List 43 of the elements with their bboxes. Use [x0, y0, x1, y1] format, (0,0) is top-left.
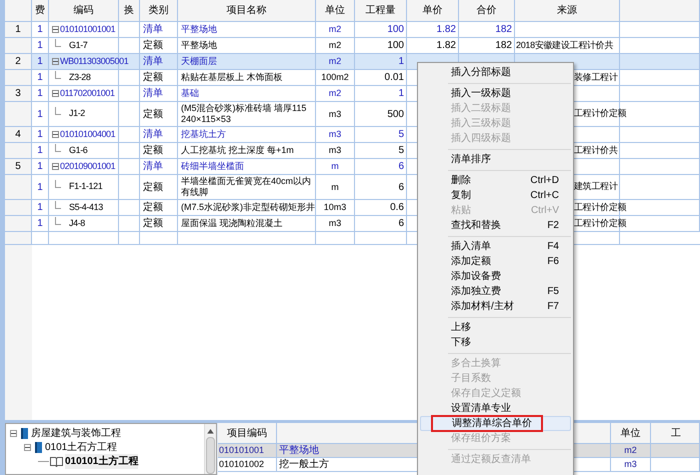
- code-cell-text: WB011303005001: [60, 54, 128, 68]
- source-cell-text: 装修工程计: [574, 70, 618, 84]
- item-name-cell: (M5混合砂浆)标准砖墙 墙厚115 240×115×53: [181, 103, 306, 125]
- row-number: 5: [5, 159, 32, 175]
- row-number: 3: [5, 86, 32, 102]
- row-number: 2: [5, 54, 32, 70]
- category-cell: 定额: [140, 216, 178, 232]
- item-name-line: 半墙坐槛面无雀簧宽在40cm以内: [181, 176, 312, 187]
- item-name-cell: 平整场地: [181, 24, 217, 35]
- item-name-line: 有线脚: [181, 187, 208, 198]
- source-cell-text: 工程计价定额: [574, 107, 626, 120]
- item-name-cell: (M7.5水泥砂浆)非定型砖砌矩形井: [181, 202, 316, 213]
- item-name-cell: 基础: [181, 88, 199, 99]
- fee-cell: 1: [32, 216, 49, 232]
- source-cell-text: 建筑工程计: [574, 180, 618, 194]
- item-name-cell: 屋面保温 现浇陶粒混凝土: [181, 218, 283, 229]
- code-cell-text: F1-1-121: [69, 180, 102, 194]
- code-cell-text: G1-7: [69, 38, 88, 52]
- unit-cell: m3: [316, 216, 355, 232]
- item-name-cell: 天棚面层: [181, 56, 217, 67]
- unit-cell: m3: [611, 458, 651, 472]
- code-cell-text: 010101001001: [60, 22, 116, 36]
- source-cell-text: 工程计价共: [574, 144, 618, 157]
- source-cell-text: 工程计价定额: [574, 200, 626, 214]
- code-cell-text: 011702001001: [60, 86, 115, 100]
- quantity-cell: 6: [355, 216, 407, 232]
- row-number: 4: [5, 127, 32, 143]
- source-cell-text: 2018安徽建设工程计价共: [516, 38, 614, 52]
- code-cell: 010101002: [218, 458, 277, 472]
- source-cell-text: 工程计价定额: [574, 216, 626, 230]
- item-name-cell: 人工挖基坑 挖土深度 每+1m: [181, 145, 294, 156]
- code-cell-text: 020109001001: [60, 160, 116, 173]
- item-name-cell: 砖细半墙坐槛面: [181, 161, 244, 172]
- code-cell-text: J1-2: [69, 107, 85, 120]
- item-name-cell: 挖基坑土方: [181, 129, 226, 140]
- code-cell-text: Z3-28: [69, 70, 91, 84]
- code-cell-text: G1-6: [69, 144, 88, 157]
- code-cell-text: S5-4-413: [69, 200, 103, 214]
- row-number: 1: [5, 22, 32, 38]
- code-cell-text: J4-8: [69, 216, 85, 230]
- item-name-cell: 粘贴在基层板上 木饰面板: [181, 72, 283, 83]
- item-name-cell: 平整场地: [181, 40, 217, 51]
- code-cell-text: 010101004001: [60, 128, 116, 141]
